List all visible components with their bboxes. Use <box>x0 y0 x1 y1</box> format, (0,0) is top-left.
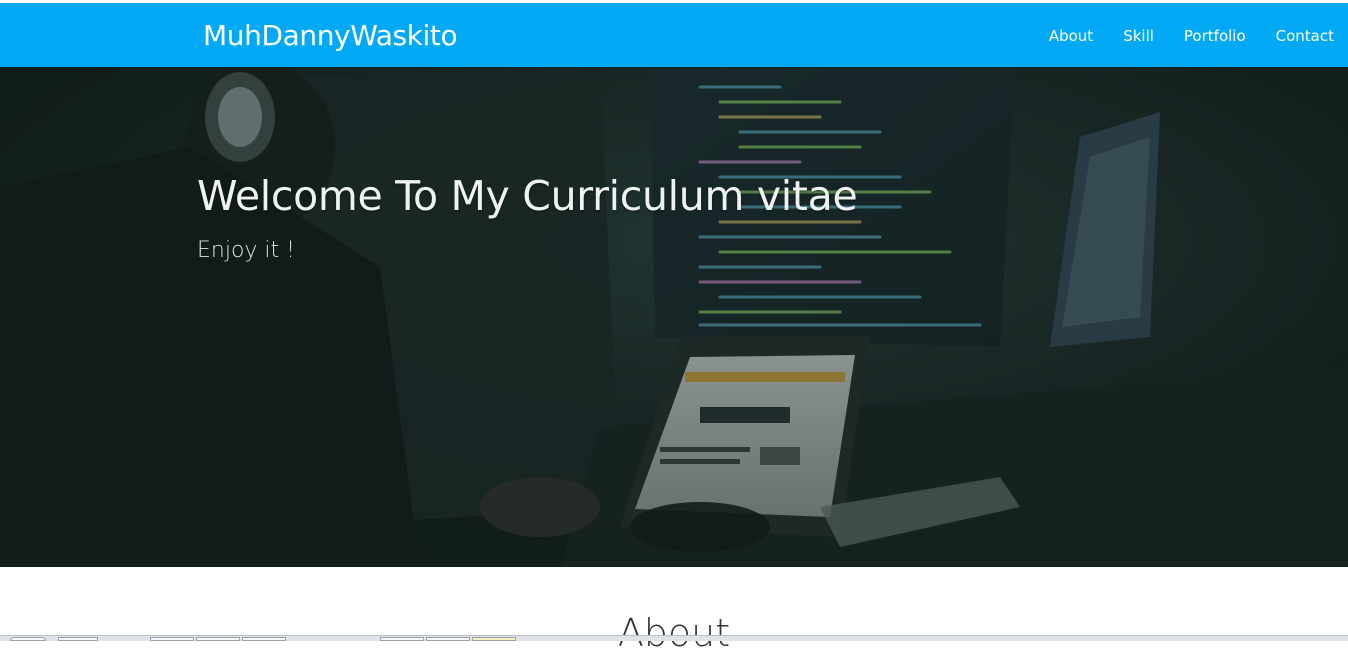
taskbar-item[interactable] <box>426 637 470 641</box>
nav-link-contact[interactable]: Contact <box>1276 26 1334 46</box>
nav-link-portfolio[interactable]: Portfolio <box>1184 26 1246 46</box>
taskbar-item[interactable] <box>58 637 98 641</box>
taskbar-item[interactable] <box>150 637 194 641</box>
taskbar-item[interactable] <box>10 637 46 641</box>
taskbar-strip <box>0 635 1348 641</box>
taskbar-item[interactable] <box>196 637 240 641</box>
navbar: MuhDannyWaskito About Skill Portfolio Co… <box>0 3 1348 67</box>
taskbar-item[interactable] <box>472 637 516 641</box>
nav-link-skill[interactable]: Skill <box>1123 26 1154 46</box>
nav-link-about[interactable]: About <box>1049 26 1093 46</box>
brand-link[interactable]: MuhDannyWaskito <box>203 19 458 53</box>
about-heading: About <box>617 611 731 655</box>
taskbar-item[interactable] <box>242 637 286 641</box>
taskbar-item[interactable] <box>380 637 424 641</box>
nav-links: About Skill Portfolio Contact <box>1049 26 1334 46</box>
hero-title: Welcome To My Curriculum vitae <box>197 172 858 220</box>
hero-overlay <box>0 67 1348 567</box>
hero-section: Welcome To My Curriculum vitae Enjoy it … <box>0 67 1348 567</box>
hero-subtitle: Enjoy it ! <box>197 238 295 263</box>
